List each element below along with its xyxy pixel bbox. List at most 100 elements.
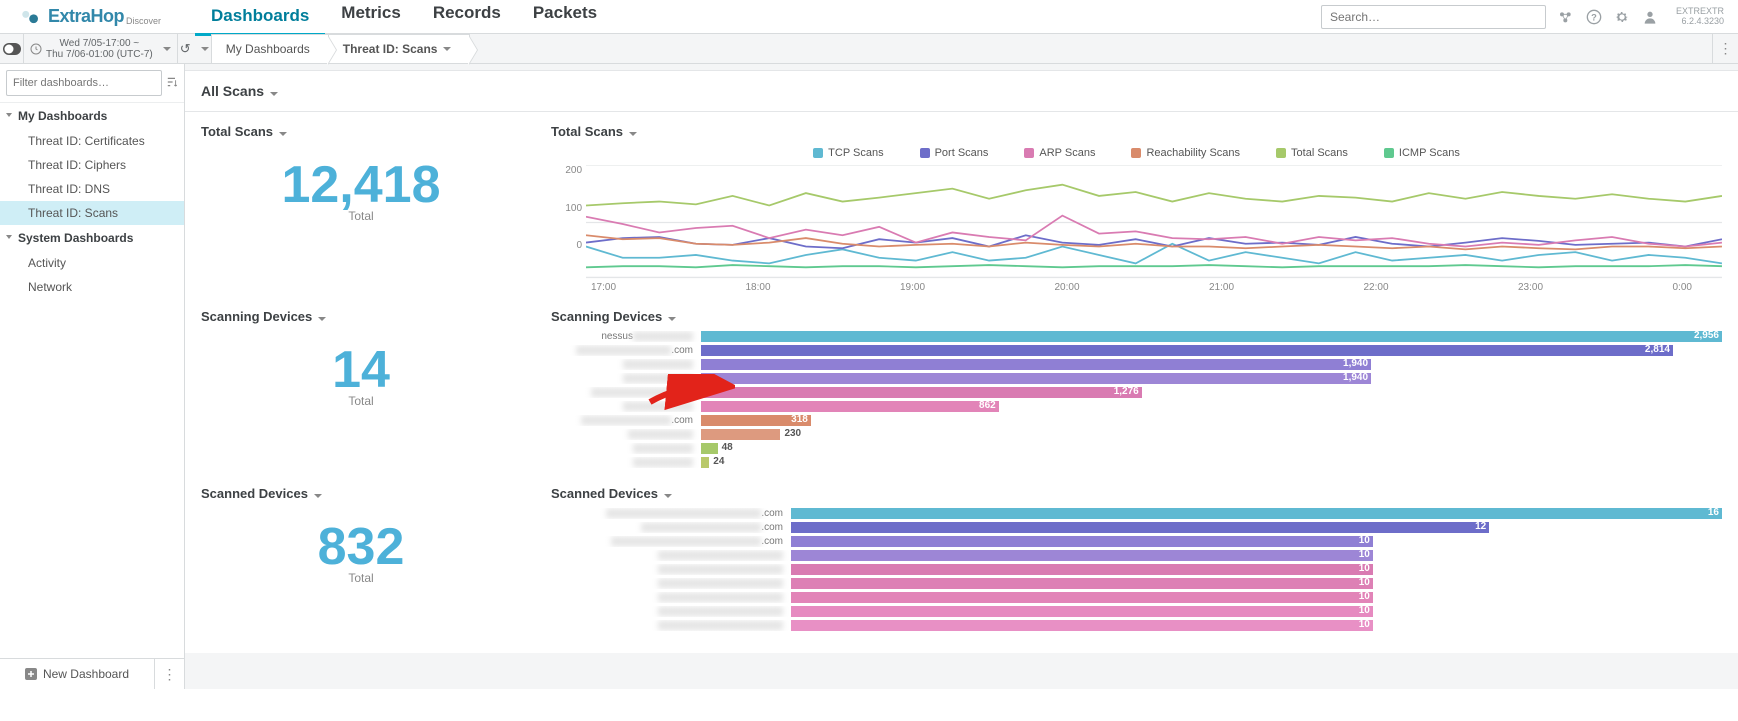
time-range-picker[interactable]: Wed 7/05-17:00 ~ Thu 7/06-01:00 (UTC-7) xyxy=(24,34,178,63)
topbar: ExtraHop Discover Dashboards Metrics Rec… xyxy=(0,0,1738,34)
bar-row[interactable]: xxxxxxxxxxxxxxxxxxx.com2,814 xyxy=(551,344,1722,357)
legend-item[interactable]: Reachability Scans xyxy=(1131,147,1240,159)
xtick: 23:00 xyxy=(1518,282,1543,293)
chevron-down-icon xyxy=(163,47,171,51)
search-input[interactable] xyxy=(1321,5,1546,29)
bar-row[interactable]: xxxxxxxxxxxx48 xyxy=(551,442,1722,455)
line-chart[interactable] xyxy=(586,165,1722,280)
widget-scanned-devices: Scanned Devices 832 Total xyxy=(201,486,521,633)
bar-label: xxxxxxxxxxxx xyxy=(551,457,701,468)
sidebar-item-activity[interactable]: Activity xyxy=(0,251,184,275)
widget-title[interactable]: Scanned Devices xyxy=(551,486,1722,507)
sidebar-item-network[interactable]: Network xyxy=(0,275,184,299)
bar-row[interactable]: xxxxxxxxxxxxx230 xyxy=(551,428,1722,441)
time-from: Wed 7/05-17:00 ~ xyxy=(46,38,153,49)
sidebar-item-scans[interactable]: Threat ID: Scans xyxy=(0,201,184,225)
widget-title[interactable]: Scanned Devices xyxy=(201,486,521,507)
xtick: 18:00 xyxy=(746,282,771,293)
scanned-devices-label: Total xyxy=(201,571,521,585)
bar-label: xxxxxxxxxxxxxxxxxxxxxxxxxxxxxx.com xyxy=(551,536,791,547)
new-dashboard-button[interactable]: New Dashboard xyxy=(0,659,154,689)
xtick: 0:00 xyxy=(1673,282,1692,293)
widget-title[interactable]: Total Scans xyxy=(201,124,521,145)
user-info: EXTREXTR 6.2.4.3230 xyxy=(1670,7,1730,27)
main-nav: Dashboards Metrics Records Packets xyxy=(195,0,613,36)
packet-capture-icon[interactable] xyxy=(1558,9,1574,25)
scanning-devices-label: Total xyxy=(201,394,521,408)
user-icon[interactable] xyxy=(1642,9,1658,25)
bar-row[interactable]: xxxxxxxxxxxxxxxxxxxxxxxxx10 xyxy=(551,591,1722,604)
bar-row[interactable]: xxxxxxxxxxxxxxxxxxxxxxxxx10 xyxy=(551,549,1722,562)
sidebar-group-system[interactable]: System Dashboards xyxy=(0,225,184,251)
nav-metrics[interactable]: Metrics xyxy=(325,0,417,36)
sidebar-item-certificates[interactable]: Threat ID: Certificates xyxy=(0,129,184,153)
breadcrumb-root[interactable]: My Dashboards xyxy=(211,34,329,64)
sidebar: My Dashboards Threat ID: Certificates Th… xyxy=(0,64,185,689)
sort-icon[interactable] xyxy=(166,70,178,94)
total-scans-value: 12,418 xyxy=(201,159,521,211)
bar-row[interactable]: xxxxxxxxxxxxxxxxxxxxxxxx.com12 xyxy=(551,521,1722,534)
context-menu-button[interactable] xyxy=(1712,34,1738,63)
bar-row[interactable]: xxxxxxxxxxxxxxxxxxxxxxxxx10 xyxy=(551,563,1722,576)
bar-label: xxxxxxxxxxxxxxxxxxx.com xyxy=(551,345,701,356)
bar-label: xxxxxxxxxxxxxx xyxy=(551,359,701,370)
bar-row[interactable]: xxxxxxxxxxxxxxxxxxxxxxxxx10 xyxy=(551,605,1722,618)
sidebar-group-my[interactable]: My Dashboards xyxy=(0,103,184,129)
plus-icon xyxy=(25,668,37,680)
bar-label: xxxxxxxxxxxxxxxxxxxxxxxxx xyxy=(551,564,791,575)
widget-title[interactable]: Scanning Devices xyxy=(551,309,1722,330)
gear-icon[interactable] xyxy=(1614,9,1630,25)
ytick: 100 xyxy=(551,203,582,214)
bar-row[interactable]: xxxxxxxxxxxxxxxxxxxxxxxxxxxxxx.com10 xyxy=(551,535,1722,548)
filter-dashboards-input[interactable] xyxy=(6,70,162,96)
widget-title[interactable]: Total Scans xyxy=(551,124,1722,145)
ytick: 200 xyxy=(551,165,582,176)
legend-item[interactable]: Port Scans xyxy=(920,147,989,159)
svg-text:?: ? xyxy=(1591,12,1597,22)
sidebar-item-dns[interactable]: Threat ID: DNS xyxy=(0,177,184,201)
brand-logo[interactable]: ExtraHop Discover xyxy=(0,6,185,27)
bar-label: nessusxxxxxxxxxxxx xyxy=(551,331,701,342)
widget-title[interactable]: Scanning Devices xyxy=(201,309,521,330)
help-icon[interactable]: ? xyxy=(1586,9,1602,25)
bar-row[interactable]: xxxxxxxxxxxx24 xyxy=(551,456,1722,469)
sidebar-item-ciphers[interactable]: Threat ID: Ciphers xyxy=(0,153,184,177)
bar-label: xxxxxxxxxxxxxxxxxxxxxxxxxxxxxxx.com xyxy=(551,508,791,519)
legend-item[interactable]: ARP Scans xyxy=(1024,147,1095,159)
brand-subtitle: Discover xyxy=(126,16,161,26)
widget-total-scans: Total Scans 12,418 Total xyxy=(201,124,521,293)
breadcrumb: My Dashboards Threat ID: Scans xyxy=(212,34,471,63)
live-toggle[interactable] xyxy=(0,34,24,63)
xtick: 17:00 xyxy=(591,282,616,293)
bar-label: xxxxxxxxxxxxx xyxy=(551,429,701,440)
chart-legend: TCP Scans Port Scans ARP Scans Reachability… xyxy=(551,145,1722,165)
nav-dashboards[interactable]: Dashboards xyxy=(195,0,325,36)
region-title[interactable]: All Scans xyxy=(185,70,1738,112)
bar-label: xxxxxxxxxxxx xyxy=(551,443,701,454)
nav-records[interactable]: Records xyxy=(417,0,517,36)
bar-row[interactable]: xxxxxxxxxxxxxx1,940 xyxy=(551,358,1722,371)
bar-row[interactable]: xxxxxxxxxxxxxxxxxxxxxxxxx10 xyxy=(551,619,1722,632)
legend-item[interactable]: ICMP Scans xyxy=(1384,147,1460,159)
breadcrumb-leaf[interactable]: Threat ID: Scans xyxy=(328,34,471,64)
logo-icon xyxy=(20,10,42,24)
history-back[interactable]: ↺ xyxy=(178,34,212,63)
xaxis: 17:0018:0019:0020:0021:0022:0023:000:00 xyxy=(551,280,1722,293)
bar-label: xxxxxxxxxxxxxxxxxxxxxxxxx xyxy=(551,620,791,631)
bar-row[interactable]: xxxxxxxxxxxxxxxxxx.com318 xyxy=(551,414,1722,427)
bar-label: xxxxxxxxxxxxxxxxxxxxxxxxx xyxy=(551,578,791,589)
scanning-devices-value: 14 xyxy=(201,344,521,396)
bar-row[interactable]: xxxxxxxxxxxxxxxxxxxxxxxxxxxxxxx.com16 xyxy=(551,507,1722,520)
bar-row[interactable]: xxxxxxxxxxxxxxxxxxxxxxxxx10 xyxy=(551,577,1722,590)
legend-item[interactable]: Total Scans xyxy=(1276,147,1348,159)
annotation-arrow-icon xyxy=(645,374,735,414)
nav-packets[interactable]: Packets xyxy=(517,0,613,36)
total-scans-label: Total xyxy=(201,209,521,223)
sidebar-menu-button[interactable] xyxy=(154,659,184,689)
time-to: Thu 7/06-01:00 (UTC-7) xyxy=(46,49,153,60)
version-label: 6.2.4.3230 xyxy=(1676,17,1724,27)
legend-item[interactable]: TCP Scans xyxy=(813,147,883,159)
xtick: 20:00 xyxy=(1055,282,1080,293)
bar-row[interactable]: nessusxxxxxxxxxxxx2,956 xyxy=(551,330,1722,343)
ytick: 0 xyxy=(551,240,582,251)
